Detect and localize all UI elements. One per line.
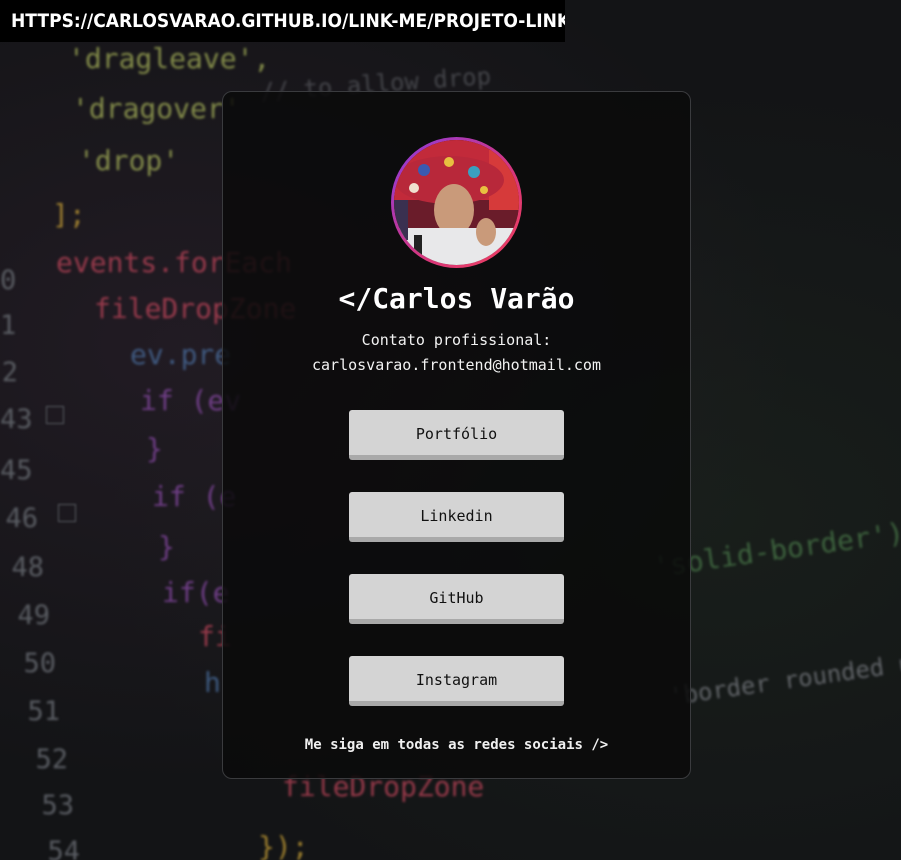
linkedin-button[interactable]: Linkedin <box>349 492 564 542</box>
avatar-photo-icon <box>394 140 519 265</box>
fold-icon <box>58 504 76 522</box>
contact-email[interactable]: carlosvarao.frontend@hotmail.com <box>223 356 690 374</box>
line-number: 0 <box>0 265 17 296</box>
line-number: 46 <box>5 503 38 534</box>
line-number: 52 <box>35 744 68 775</box>
code-line: 'dragover' <box>72 92 241 125</box>
instagram-button[interactable]: Instagram <box>349 656 564 706</box>
github-button[interactable]: GitHub <box>349 574 564 624</box>
profile-name: </Carlos Varão <box>338 282 575 315</box>
profile-card: </Carlos Varão Contato profissional: car… <box>222 91 691 779</box>
url-banner: HTTPS://CARLOSVARAO.GITHUB.IO/LINK-ME/PR… <box>0 0 565 42</box>
code-line: } <box>158 530 175 563</box>
code-line: } <box>146 432 163 465</box>
line-number: 48 <box>11 552 44 583</box>
code-line: 'drop' <box>78 144 180 177</box>
code-line: }); <box>258 830 309 860</box>
line-number: 43 <box>0 404 33 435</box>
line-number: 54 <box>47 836 80 860</box>
contact-label: Contato profissional: <box>361 331 552 349</box>
line-number: 53 <box>41 790 74 821</box>
fold-icon <box>46 406 64 424</box>
code-line: if(e <box>162 576 230 609</box>
code-line: h <box>204 666 221 699</box>
footer-text: Me siga em todas as redes sociais /> <box>304 737 609 753</box>
code-line: ev.pre <box>130 338 232 371</box>
code-line: 'dragleave', <box>68 42 271 75</box>
line-number: 49 <box>17 600 50 631</box>
line-number: 50 <box>23 648 56 679</box>
line-number: 45 <box>0 455 33 486</box>
line-number: 2 <box>1 357 18 388</box>
avatar-ring <box>391 137 522 268</box>
code-line: 'border rounded ung <box>667 645 901 711</box>
line-number: 1 <box>0 310 17 341</box>
avatar <box>394 140 519 265</box>
portfolio-button[interactable]: Portfólio <box>349 410 564 460</box>
line-number: 51 <box>27 696 60 727</box>
code-line: ]; <box>52 198 86 231</box>
